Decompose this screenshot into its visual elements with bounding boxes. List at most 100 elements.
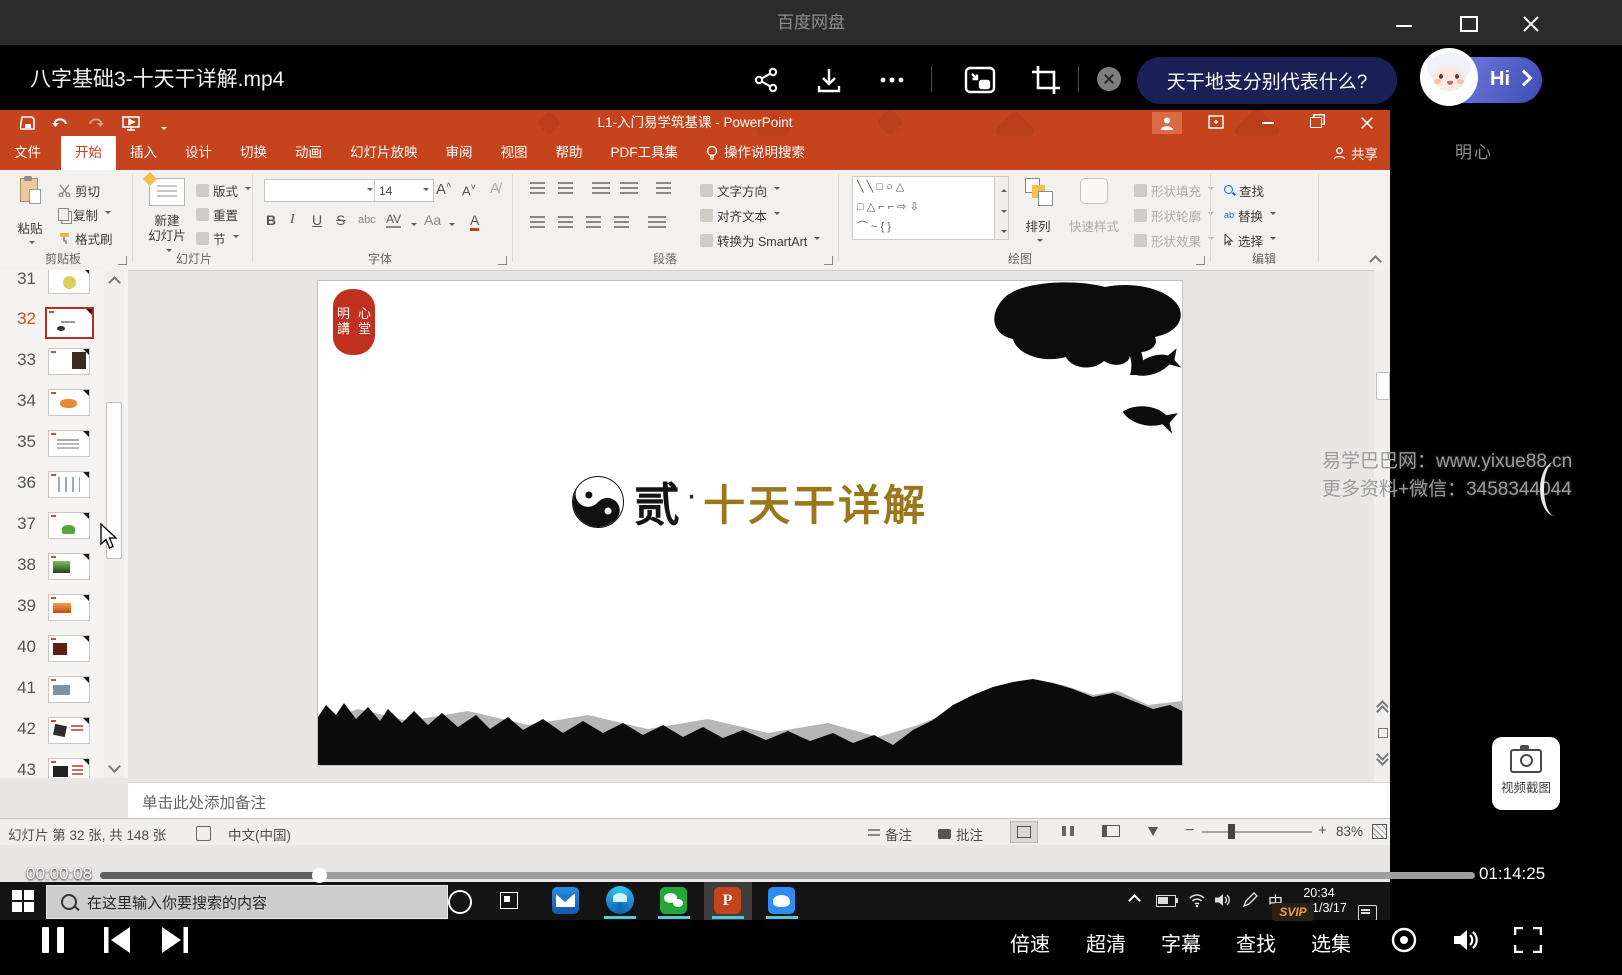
shape-outline-button[interactable]: 形状轮廓: [1134, 205, 1214, 225]
copy-button[interactable]: 复制: [58, 204, 111, 224]
change-case-dropdown[interactable]: [446, 218, 455, 232]
fullscreen-button[interactable]: [1514, 927, 1542, 953]
drawing-dialog-launcher[interactable]: [1196, 256, 1205, 265]
clipboard-dialog-launcher[interactable]: [118, 256, 127, 265]
next-slide-icon[interactable]: [1378, 750, 1387, 764]
wechat-app-icon[interactable]: [660, 887, 687, 914]
powerpoint-app-icon[interactable]: P: [714, 887, 741, 914]
tab-home[interactable]: 开始: [61, 136, 116, 170]
assistant-pill[interactable]: Hi: [1424, 57, 1542, 103]
more-icon[interactable]: [876, 66, 908, 94]
shape-fill-button[interactable]: 形状填充: [1134, 180, 1214, 200]
paste-dropdown-icon[interactable]: [26, 236, 35, 250]
slide-nav-box-icon[interactable]: [1378, 728, 1388, 738]
shrink-font-button[interactable]: A˅: [462, 182, 476, 198]
find-button[interactable]: 查找: [1224, 180, 1264, 200]
font-dialog-launcher[interactable]: [498, 256, 507, 265]
arrange-button[interactable]: [1018, 178, 1058, 212]
text-direction-button[interactable]: 文字方向: [700, 180, 780, 200]
comments-toggle-button[interactable]: 批注: [938, 824, 983, 844]
decrease-indent-icon[interactable]: [592, 182, 610, 194]
ppt-close-icon[interactable]: [1360, 116, 1374, 130]
replace-button[interactable]: ab替换: [1224, 205, 1276, 225]
normal-view-button[interactable]: [1010, 821, 1038, 843]
previous-slide-icon[interactable]: [1378, 702, 1387, 716]
tab-help[interactable]: 帮助: [542, 136, 597, 170]
quality-button[interactable]: 超清: [1086, 928, 1126, 957]
font-color-button[interactable]: A: [470, 212, 479, 231]
smartart-button[interactable]: 转换为 SmartArt: [700, 230, 820, 250]
notes-toggle-button[interactable]: 备注: [868, 824, 912, 844]
tab-insert[interactable]: 插入: [116, 136, 171, 170]
slide-sorter-view-button[interactable]: [1055, 821, 1081, 841]
pause-button[interactable]: [42, 927, 64, 953]
increase-indent-icon[interactable]: [620, 182, 638, 194]
reading-view-button[interactable]: [1098, 821, 1124, 841]
share-icon[interactable]: [752, 66, 780, 94]
volume-tray-icon[interactable]: [1214, 892, 1232, 908]
account-icon[interactable]: [1152, 112, 1182, 134]
tray-expand-icon[interactable]: [1130, 896, 1139, 905]
format-painter-button[interactable]: 格式刷: [58, 228, 113, 248]
tab-file[interactable]: 文件: [0, 136, 55, 170]
taskbar-search-box[interactable]: 在这里输入你要搜索的内容: [46, 885, 448, 919]
underline-button[interactable]: U: [312, 212, 322, 228]
italic-button[interactable]: I: [290, 212, 295, 228]
start-button[interactable]: [12, 890, 34, 912]
picture-in-picture-icon[interactable]: [963, 64, 997, 96]
strikethrough-button[interactable]: S: [336, 212, 345, 228]
change-case-button[interactable]: Aa: [424, 212, 441, 228]
pen-tray-icon[interactable]: [1242, 892, 1258, 908]
language-status[interactable]: 中文(中国): [228, 824, 291, 844]
download-icon[interactable]: [815, 66, 843, 94]
tab-transitions[interactable]: 切换: [226, 136, 281, 170]
arrange-dropdown[interactable]: [1034, 234, 1043, 248]
align-center-icon[interactable]: [558, 216, 573, 228]
save-icon[interactable]: [20, 115, 36, 131]
ribbon-options-icon[interactable]: [1208, 115, 1224, 129]
zoom-out-button[interactable]: −: [1185, 822, 1194, 840]
slideshow-view-button[interactable]: [1140, 821, 1166, 841]
seekbar-handle[interactable]: [312, 868, 327, 883]
new-slide-button[interactable]: [146, 178, 188, 212]
bullets-icon[interactable]: [530, 182, 545, 194]
bold-button[interactable]: B: [266, 212, 276, 228]
shape-effects-button[interactable]: 形状效果: [1134, 230, 1214, 250]
slide-area-scrollbar[interactable]: [1374, 270, 1390, 782]
notes-pane[interactable]: 单击此处添加备注: [128, 782, 1390, 818]
playback-speed-button[interactable]: 倍速: [1010, 928, 1050, 957]
redo-icon[interactable]: [86, 115, 104, 131]
volume-button[interactable]: [1452, 926, 1482, 954]
ppt-minimize-icon[interactable]: [1262, 122, 1274, 124]
paste-button[interactable]: [14, 178, 44, 218]
mail-app-icon[interactable]: [552, 887, 579, 914]
start-slideshow-icon[interactable]: [122, 115, 140, 131]
tell-me-search[interactable]: 操作说明搜索: [692, 136, 819, 170]
battery-icon[interactable]: [1156, 895, 1176, 907]
edge-browser-icon[interactable]: [606, 886, 634, 914]
tab-slideshow[interactable]: 幻灯片放映: [336, 136, 432, 170]
undo-icon[interactable]: [52, 115, 70, 131]
char-spacing-dropdown[interactable]: [408, 218, 417, 232]
task-view-icon[interactable]: [500, 892, 518, 909]
cortana-icon[interactable]: [448, 890, 472, 914]
baidu-netdisk-app-icon[interactable]: [768, 887, 795, 914]
tab-view[interactable]: 视图: [487, 136, 542, 170]
select-button[interactable]: 选择: [1224, 230, 1276, 250]
maximize-button[interactable]: [1460, 12, 1490, 36]
previous-episode-button[interactable]: [102, 927, 132, 953]
minimize-button[interactable]: [1396, 14, 1426, 38]
align-text-button[interactable]: 对齐文本: [700, 205, 780, 225]
clear-formatting-button[interactable]: A̸: [490, 180, 500, 197]
scroll-up-icon[interactable]: [110, 278, 119, 287]
fit-slide-icon[interactable]: [1372, 824, 1387, 839]
align-left-icon[interactable]: [530, 216, 545, 228]
collapse-ribbon-icon[interactable]: [1371, 257, 1380, 266]
layout-button[interactable]: 版式: [196, 180, 251, 200]
related-search-pill[interactable]: 天干地支分别代表什么?: [1137, 57, 1397, 104]
reset-button[interactable]: 重置: [196, 204, 238, 224]
tab-design[interactable]: 设计: [171, 136, 226, 170]
ppt-restore-icon[interactable]: [1310, 117, 1322, 128]
zoom-in-button[interactable]: +: [1318, 822, 1327, 839]
slide-area-scrollbar-thumb[interactable]: [1376, 372, 1390, 400]
